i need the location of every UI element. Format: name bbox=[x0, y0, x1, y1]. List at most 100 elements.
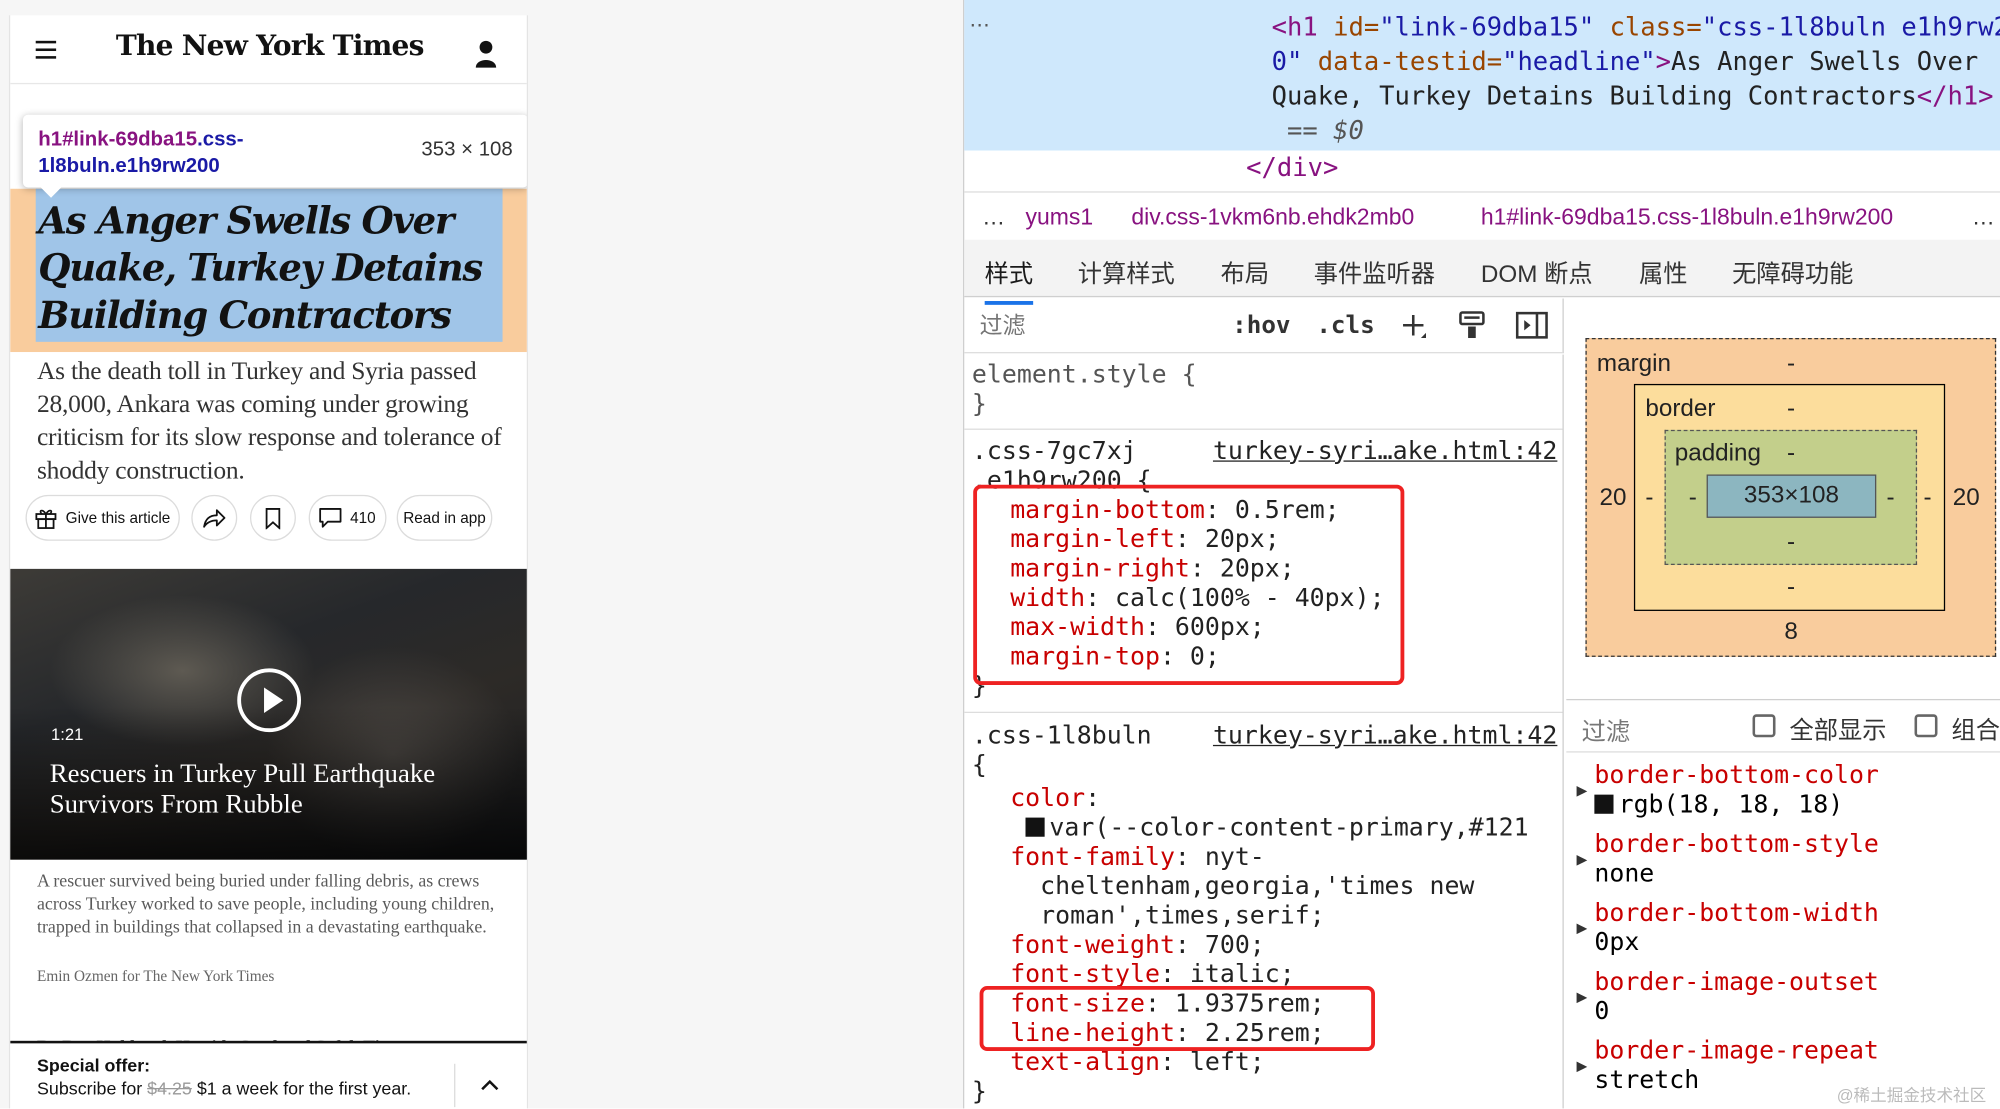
css-declaration[interactable]: font-style: italic; bbox=[1010, 959, 1295, 988]
tab-layout[interactable]: 布局 bbox=[1221, 255, 1269, 289]
margin-top-value[interactable]: - bbox=[1787, 351, 1795, 379]
border-label: border bbox=[1645, 395, 1716, 423]
special-offer-banner[interactable]: Special offer: Subscribe for $4.25 $1 a … bbox=[10, 1040, 527, 1109]
tooltip-selector: h1#link-69dba15.css-1l8buln.e1h9rw200 bbox=[38, 128, 244, 178]
photo-credit: Emin Ozmen for The New York Times bbox=[36, 966, 275, 985]
offer-title: Special offer: bbox=[36, 1054, 151, 1076]
video-duration: 1:21 bbox=[51, 724, 84, 744]
video-player[interactable]: 1:21 Rescuers in Turkey Pull Earthquake … bbox=[10, 568, 527, 860]
rule-selector[interactable]: .css-1l8buln { bbox=[972, 721, 1152, 780]
tab-properties[interactable]: 属性 bbox=[1639, 255, 1687, 289]
border-bottom-value[interactable]: - bbox=[1787, 574, 1795, 602]
comment-icon bbox=[319, 508, 343, 528]
border-right-value[interactable]: - bbox=[1923, 485, 1931, 513]
color-swatch-icon[interactable] bbox=[1025, 817, 1045, 837]
play-icon[interactable] bbox=[237, 668, 302, 733]
computed-property[interactable]: border-bottom-style none bbox=[1594, 829, 1879, 888]
color-swatch-icon[interactable] bbox=[1594, 794, 1614, 814]
expand-arrow-icon[interactable]: ▶ bbox=[1577, 918, 1588, 938]
computed-property[interactable]: border-bottom-color rgb(18, 18, 18) bbox=[1594, 760, 1879, 819]
styles-filter-input[interactable] bbox=[971, 306, 1207, 346]
article-toolbar: Give this article 410 Read in app bbox=[25, 494, 523, 541]
paint-icon[interactable] bbox=[1458, 310, 1486, 341]
article-summary: As the death toll in Turkey and Syria pa… bbox=[36, 357, 502, 485]
styles-pane: element.style { } .css-7gc7xj .e1h9rw200… bbox=[964, 354, 1564, 1109]
css-declaration[interactable]: font-weight: 700; bbox=[1010, 930, 1265, 959]
expand-arrow-icon[interactable]: ▶ bbox=[1577, 849, 1588, 869]
watermark: @稀土掘金技术社区 bbox=[1836, 1085, 1987, 1105]
padding-left-value[interactable]: - bbox=[1689, 485, 1697, 513]
video-caption: A rescuer survived being buried under fa… bbox=[36, 872, 495, 938]
breadcrumb-more[interactable]: … bbox=[1972, 204, 1995, 231]
selected-element-node[interactable]: ⋯ <h1 id="link-69dba15" class="css-1l8bu… bbox=[964, 0, 2000, 151]
nyt-mobile-page: The New York Times h1#link-69dba15.css-1… bbox=[8, 15, 529, 1109]
inspect-tooltip: h1#link-69dba15.css-1l8buln.e1h9rw200 35… bbox=[22, 114, 527, 198]
user-account-icon[interactable] bbox=[474, 38, 497, 69]
closing-div-tag[interactable]: </div> bbox=[1246, 152, 1338, 183]
give-article-button[interactable]: Give this article bbox=[25, 494, 180, 541]
hover-state-toggle[interactable]: :hov bbox=[1232, 311, 1290, 339]
breadcrumb-item-current[interactable]: h1#link-69dba15.css-1l8buln.e1h9rw200 bbox=[1481, 204, 1893, 231]
box-model-content[interactable]: 353×108 bbox=[1706, 474, 1877, 518]
tab-accessibility[interactable]: 无障碍功能 bbox=[1732, 255, 1853, 289]
add-rule-icon[interactable] bbox=[1400, 312, 1428, 340]
breadcrumb-item[interactable]: yums1 bbox=[1026, 204, 1094, 231]
padding-right-value[interactable]: - bbox=[1886, 485, 1894, 513]
show-all-checkbox[interactable] bbox=[1752, 714, 1776, 738]
save-button[interactable] bbox=[249, 494, 296, 541]
read-in-app-button[interactable]: Read in app bbox=[396, 494, 493, 541]
devtools-tabs: 样式 计算样式 布局 事件监听器 DOM 断点 属性 无障碍功能 bbox=[964, 239, 2000, 305]
rule-close: } bbox=[971, 1076, 987, 1106]
computed-filter-input[interactable]: 过滤 bbox=[1582, 713, 1630, 747]
share-button[interactable] bbox=[191, 494, 238, 541]
class-toggle[interactable]: .cls bbox=[1316, 311, 1374, 339]
css-declaration[interactable]: font-family: nyt- cheltenham,georgia,'ti… bbox=[1010, 842, 1474, 930]
margin-right-value[interactable]: 20 bbox=[1953, 485, 1980, 513]
css-declaration[interactable]: text-align: left; bbox=[1010, 1047, 1265, 1076]
breadcrumb-more[interactable]: … bbox=[982, 204, 1005, 231]
tab-styles[interactable]: 样式 bbox=[984, 255, 1034, 305]
chevron-up-icon[interactable] bbox=[481, 1079, 499, 1091]
bookmark-icon bbox=[265, 507, 281, 529]
toggle-sidebar-icon[interactable] bbox=[1515, 311, 1548, 339]
group-checkbox[interactable] bbox=[1914, 714, 1938, 738]
border-left-value[interactable]: - bbox=[1645, 485, 1653, 513]
highlight-box bbox=[979, 985, 1375, 1052]
expand-arrow-icon[interactable]: ▶ bbox=[1577, 1056, 1588, 1076]
margin-left-value[interactable]: 20 bbox=[1599, 485, 1626, 513]
selected-element-code: <h1 id="link-69dba15" class="css-1l8buln… bbox=[1271, 11, 2000, 146]
rule-source-link[interactable]: turkey-syri…ake.html:42 bbox=[1213, 721, 1557, 750]
show-all-label: 全部显示 bbox=[1789, 718, 1887, 745]
article-headline[interactable]: As Anger Swells Over Quake, Turkey Detai… bbox=[38, 198, 510, 340]
computed-properties-list: ▶ border-bottom-color rgb(18, 18, 18) ▶ bor… bbox=[1577, 758, 2000, 1109]
site-logo[interactable]: The New York Times bbox=[10, 29, 527, 62]
group-label: 组合 bbox=[1951, 718, 2000, 745]
comments-button[interactable]: 410 bbox=[308, 494, 387, 541]
element-style-rule[interactable]: element.style { } bbox=[972, 360, 1197, 419]
padding-top-value[interactable]: - bbox=[1787, 440, 1795, 468]
expand-arrow-icon[interactable]: ▶ bbox=[1577, 781, 1588, 801]
devtools-panel: ⋯ <h1 id="link-69dba15" class="css-1l8bu… bbox=[963, 0, 2000, 1109]
breadcrumb-item[interactable]: div.css-1vkm6nb.ehdk2mb0 bbox=[1131, 204, 1414, 231]
share-icon bbox=[203, 509, 226, 528]
video-title[interactable]: Rescuers in Turkey Pull Earthquake Survi… bbox=[50, 758, 484, 819]
tab-computed[interactable]: 计算样式 bbox=[1078, 255, 1175, 289]
computed-property[interactable]: border-bottom-width 0px bbox=[1594, 898, 1879, 957]
comment-count: 410 bbox=[350, 508, 376, 527]
node-menu-icon[interactable]: ⋯ bbox=[969, 13, 989, 39]
expand-arrow-icon[interactable]: ▶ bbox=[1577, 987, 1588, 1007]
css-declaration[interactable]: color: var(--color-content-primary,#121 bbox=[1010, 783, 1528, 842]
tooltip-size: 353 × 108 bbox=[421, 139, 513, 161]
border-top-value[interactable]: - bbox=[1787, 395, 1795, 423]
margin-bottom-value[interactable]: 8 bbox=[1784, 619, 1797, 647]
rule-source-link[interactable]: turkey-syri…ake.html:42 bbox=[1213, 436, 1557, 465]
tab-dom-breakpoints[interactable]: DOM 断点 bbox=[1481, 255, 1593, 289]
margin-label: margin bbox=[1596, 350, 1672, 378]
give-article-label: Give this article bbox=[65, 508, 171, 527]
tab-event-listeners[interactable]: 事件监听器 bbox=[1314, 255, 1435, 289]
styles-toolbar: :hov .cls bbox=[964, 298, 1564, 354]
computed-property[interactable]: border-image-outset 0 bbox=[1594, 967, 1879, 1026]
screenshot-stage: The New York Times h1#link-69dba15.css-1… bbox=[0, 0, 2000, 1109]
rule-separator bbox=[964, 711, 1563, 714]
padding-bottom-value[interactable]: - bbox=[1787, 529, 1795, 557]
